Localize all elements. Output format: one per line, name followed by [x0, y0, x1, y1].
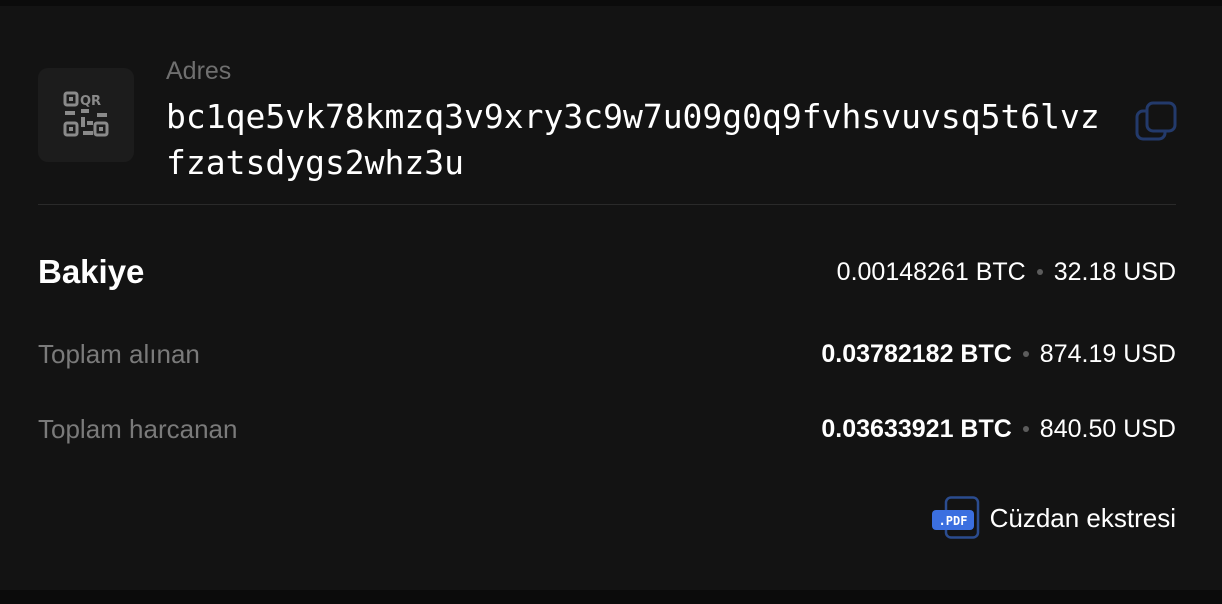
address-summary-card: QR Adres bc1qe5vk78kmzq3v9xry3c9w7u09g0q…: [0, 6, 1222, 590]
address-value: bc1qe5vk78kmzq3v9xry3c9w7u09g0q9fvhsvuvs…: [166, 97, 1100, 182]
copy-address-button[interactable]: [1133, 100, 1179, 142]
total-spent-btc: 0.03633921 BTC: [821, 414, 1012, 443]
balance-value: 0.00148261 BTC 32.18 USD: [837, 258, 1176, 287]
wallet-statement-button[interactable]: .PDF Cüzdan ekstresi: [931, 496, 1176, 540]
total-spent-label: Toplam harcanan: [38, 413, 238, 444]
total-spent-value: 0.03633921 BTC 840.50 USD: [821, 415, 1176, 444]
divider: [38, 204, 1176, 205]
pdf-file-icon: .PDF: [931, 496, 982, 540]
balance-btc: 0.00148261 BTC: [836, 257, 1026, 286]
qr-code-button[interactable]: QR: [38, 68, 134, 162]
separator-dot: [1022, 426, 1029, 432]
pdf-icon-text: .PDF: [938, 514, 967, 528]
svg-text:QR: QR: [80, 94, 101, 109]
total-received-row: Toplam alınan 0.03782182 BTC 874.19 USD: [38, 336, 1176, 372]
separator-dot: [1036, 269, 1043, 275]
total-received-value: 0.03782182 BTC 874.19 USD: [821, 340, 1176, 369]
total-spent-row: Toplam harcanan 0.03633921 BTC 840.50 US…: [38, 411, 1176, 447]
separator-dot: [1022, 351, 1029, 357]
balance-row: Bakiye 0.00148261 BTC 32.18 USD: [38, 250, 1176, 294]
total-spent-usd: 840.50 USD: [1039, 414, 1176, 443]
balance-usd: 32.18 USD: [1053, 257, 1176, 286]
total-received-label: Toplam alınan: [38, 338, 200, 369]
qr-code-icon: QR: [63, 91, 109, 137]
total-received-btc: 0.03782182 BTC: [821, 339, 1012, 368]
wallet-statement-label: Cüzdan ekstresi: [989, 502, 1176, 533]
copy-icon: [1135, 101, 1177, 141]
balance-label: Bakiye: [38, 253, 145, 290]
address-label: Adres: [166, 57, 232, 85]
total-received-usd: 874.19 USD: [1039, 339, 1176, 368]
